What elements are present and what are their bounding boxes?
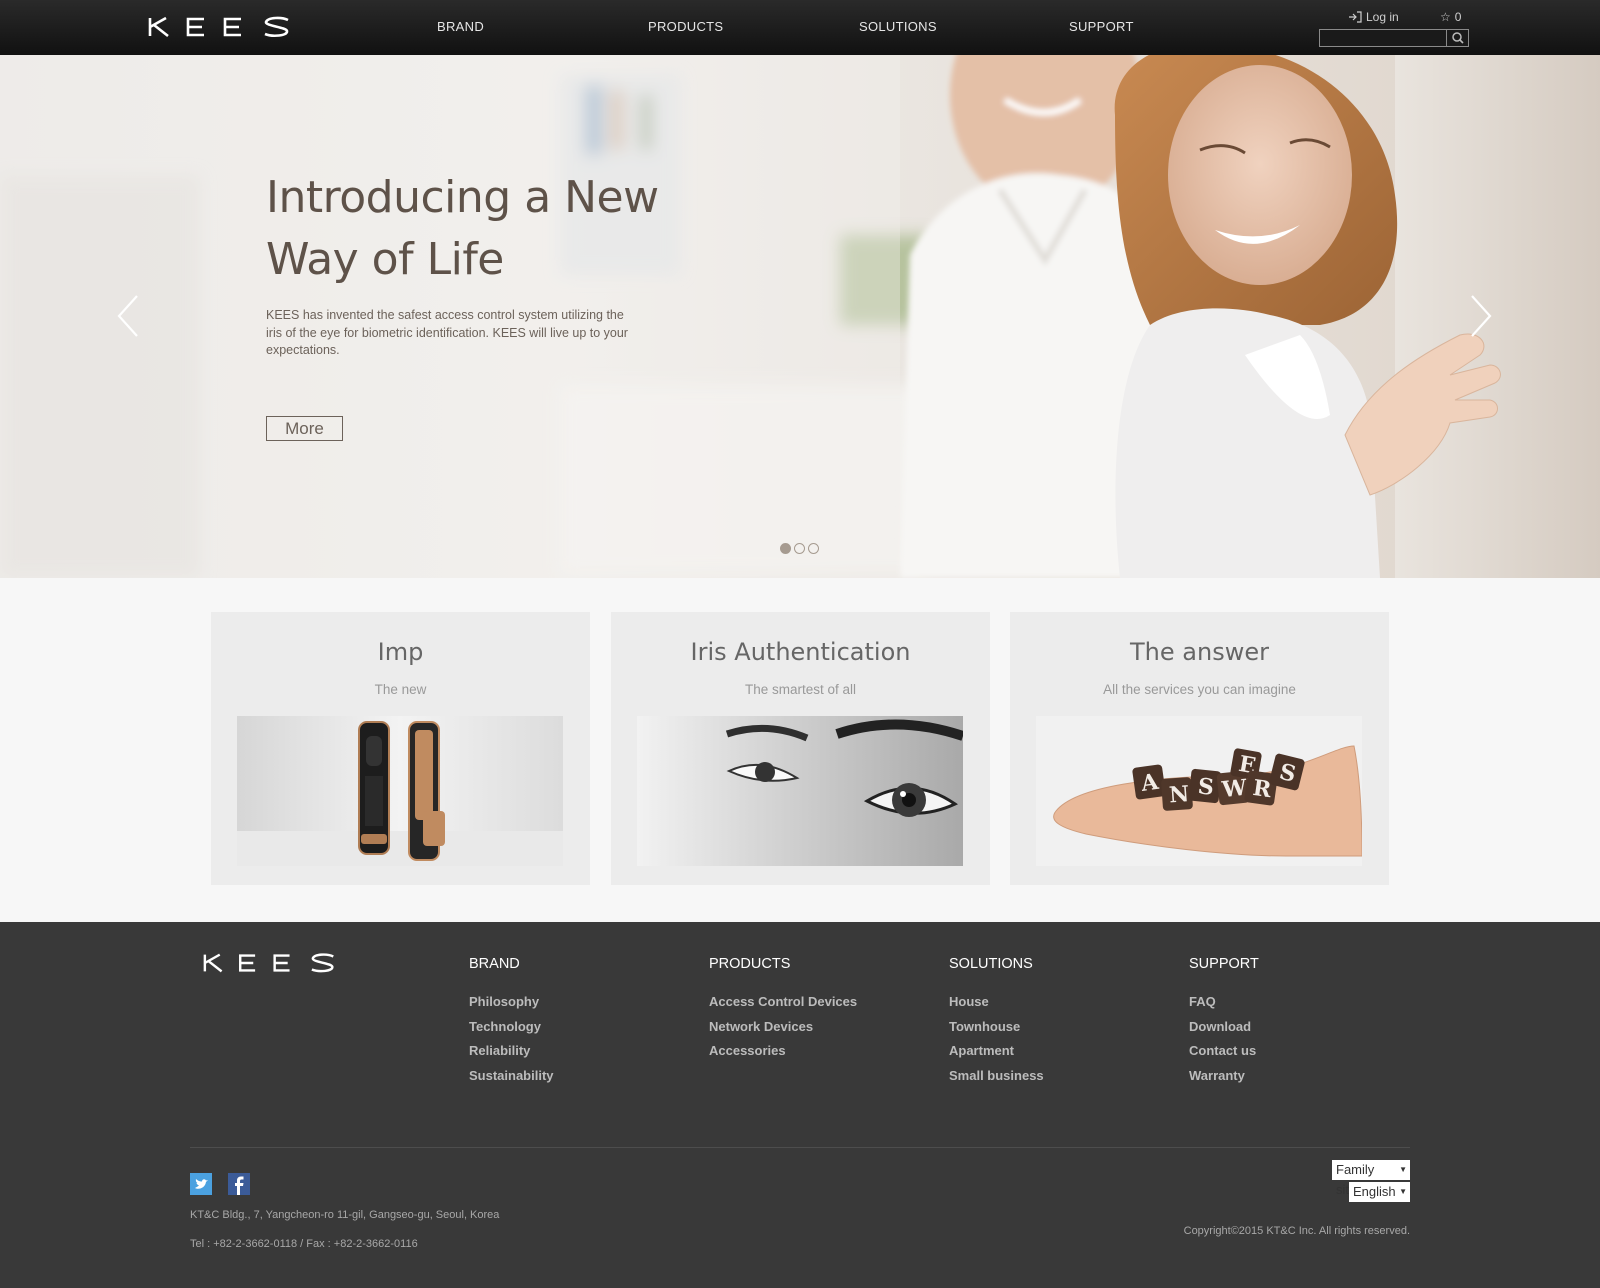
footer-link-small-business[interactable]: Small business <box>949 1064 1044 1089</box>
hero-couple-photo <box>0 55 1600 578</box>
slide-dot-3[interactable] <box>808 543 819 554</box>
footer-link-apartment[interactable]: Apartment <box>949 1039 1044 1064</box>
favorites-count: 0 <box>1454 10 1462 24</box>
nav-products[interactable]: PRODUCTS <box>648 19 723 34</box>
footer-heading: SOLUTIONS <box>949 956 1033 972</box>
footer-link-house[interactable]: House <box>949 990 1044 1015</box>
language-select[interactable]: English ▼ <box>1349 1182 1410 1202</box>
slide-dot-1[interactable] <box>780 543 791 554</box>
svg-text:S: S <box>1197 773 1216 801</box>
top-navigation-bar: BRAND PRODUCTS SOLUTIONS SUPPORT Log in … <box>0 0 1600 55</box>
company-address: KT&C Bldg., 7, Yangcheon-ro 11-gil, Gang… <box>190 1209 500 1221</box>
search-input[interactable] <box>1320 30 1448 46</box>
nav-brand[interactable]: BRAND <box>437 19 484 34</box>
card-subtitle: All the services you can imagine <box>1103 682 1296 697</box>
caret-down-icon: ▼ <box>1399 1187 1407 1196</box>
footer-divider <box>190 1147 1410 1148</box>
login-label: Log in <box>1366 10 1399 24</box>
facebook-link[interactable] <box>228 1173 250 1195</box>
footer-heading: SUPPORT <box>1189 956 1259 972</box>
family-site-select[interactable]: Family site ▼ <box>1332 1160 1410 1197</box>
eye-close-up-image <box>637 716 963 866</box>
search-icon <box>1452 32 1464 44</box>
card-title: Iris Authentication <box>690 638 911 666</box>
nav-support[interactable]: SUPPORT <box>1069 19 1134 34</box>
hero-more-button[interactable]: More <box>266 416 343 441</box>
hero-prev-button[interactable] <box>113 292 143 340</box>
svg-text:W: W <box>1220 775 1249 804</box>
footer-link-philosophy[interactable]: Philosophy <box>469 990 554 1015</box>
footer-heading: PRODUCTS <box>709 956 791 972</box>
footer-link-accessories[interactable]: Accessories <box>709 1039 857 1064</box>
chevron-right-icon <box>1471 295 1492 337</box>
footer-link-townhouse[interactable]: Townhouse <box>949 1015 1044 1040</box>
chevron-left-icon <box>117 295 138 337</box>
footer-link-reliability[interactable]: Reliability <box>469 1039 554 1064</box>
login-link[interactable]: Log in <box>1348 10 1399 24</box>
footer-link-access-control-devices[interactable]: Access Control Devices <box>709 990 857 1015</box>
hero-next-button[interactable] <box>1466 292 1496 340</box>
footer-link-warranty[interactable]: Warranty <box>1189 1064 1259 1089</box>
search-box <box>1319 29 1469 47</box>
footer-column-brand: BRAND Philosophy Technology Reliability … <box>469 956 554 1088</box>
hand-answers-blocks-image: A N S W E R S <box>1036 716 1362 866</box>
site-footer: BRAND Philosophy Technology Reliability … <box>0 922 1600 1288</box>
search-button[interactable] <box>1446 30 1468 46</box>
language-label: English <box>1353 1184 1396 1199</box>
hero-description: KEES has invented the safest access cont… <box>266 308 628 357</box>
footer-column-solutions: SOLUTIONS House Townhouse Apartment Smal… <box>949 956 1044 1088</box>
nav-solutions[interactable]: SOLUTIONS <box>859 19 937 34</box>
feature-cards-section: Imp The new Iris Authentication The smar… <box>0 578 1600 922</box>
footer-link-contact-us[interactable]: Contact us <box>1189 1039 1259 1064</box>
svg-text:N: N <box>1168 781 1190 808</box>
footer-link-technology[interactable]: Technology <box>469 1015 554 1040</box>
footer-link-network-devices[interactable]: Network Devices <box>709 1015 857 1040</box>
footer-column-products: PRODUCTS Access Control Devices Network … <box>709 956 857 1064</box>
star-icon: ☆ <box>1440 10 1451 24</box>
hero-slide-indicators <box>780 543 819 554</box>
footer-link-sustainability[interactable]: Sustainability <box>469 1064 554 1089</box>
hero-slider: Introducing a New Way of Life KEES has i… <box>0 55 1600 578</box>
hero-title-line2: Way of Life <box>266 234 504 285</box>
footer-link-faq[interactable]: FAQ <box>1189 990 1259 1015</box>
card-title: The answer <box>1130 638 1269 666</box>
slide-dot-2[interactable] <box>794 543 805 554</box>
hero-title-line1: Introducing a New <box>266 172 659 223</box>
copyright-text: Copyright©2015 KT&C Inc. All rights rese… <box>1183 1225 1410 1237</box>
twitter-icon <box>195 1179 208 1189</box>
footer-heading: BRAND <box>469 956 520 972</box>
feature-card-imp[interactable]: Imp The new <box>211 612 590 885</box>
footer-kees-logo[interactable] <box>203 952 337 974</box>
feature-card-answer[interactable]: The answer All the services you can imag… <box>1010 612 1389 885</box>
footer-link-download[interactable]: Download <box>1189 1015 1259 1040</box>
card-title: Imp <box>377 638 424 666</box>
hero-title: Introducing a New Way of Life <box>266 167 686 291</box>
twitter-link[interactable] <box>190 1173 212 1195</box>
door-lock-product-image <box>237 716 563 866</box>
caret-down-icon: ▼ <box>1399 1165 1407 1174</box>
footer-column-support: SUPPORT FAQ Download Contact us Warranty <box>1189 956 1259 1088</box>
card-subtitle: The new <box>374 682 427 697</box>
facebook-icon <box>235 1176 244 1195</box>
feature-card-iris[interactable]: Iris Authentication The smartest of all <box>611 612 990 885</box>
login-icon <box>1349 11 1362 23</box>
card-subtitle: The smartest of all <box>744 682 857 697</box>
company-phone: Tel : +82-2-3662-0118 / Fax : +82-2-3662… <box>190 1238 418 1250</box>
favorites-link[interactable]: ☆ 0 <box>1440 10 1461 24</box>
